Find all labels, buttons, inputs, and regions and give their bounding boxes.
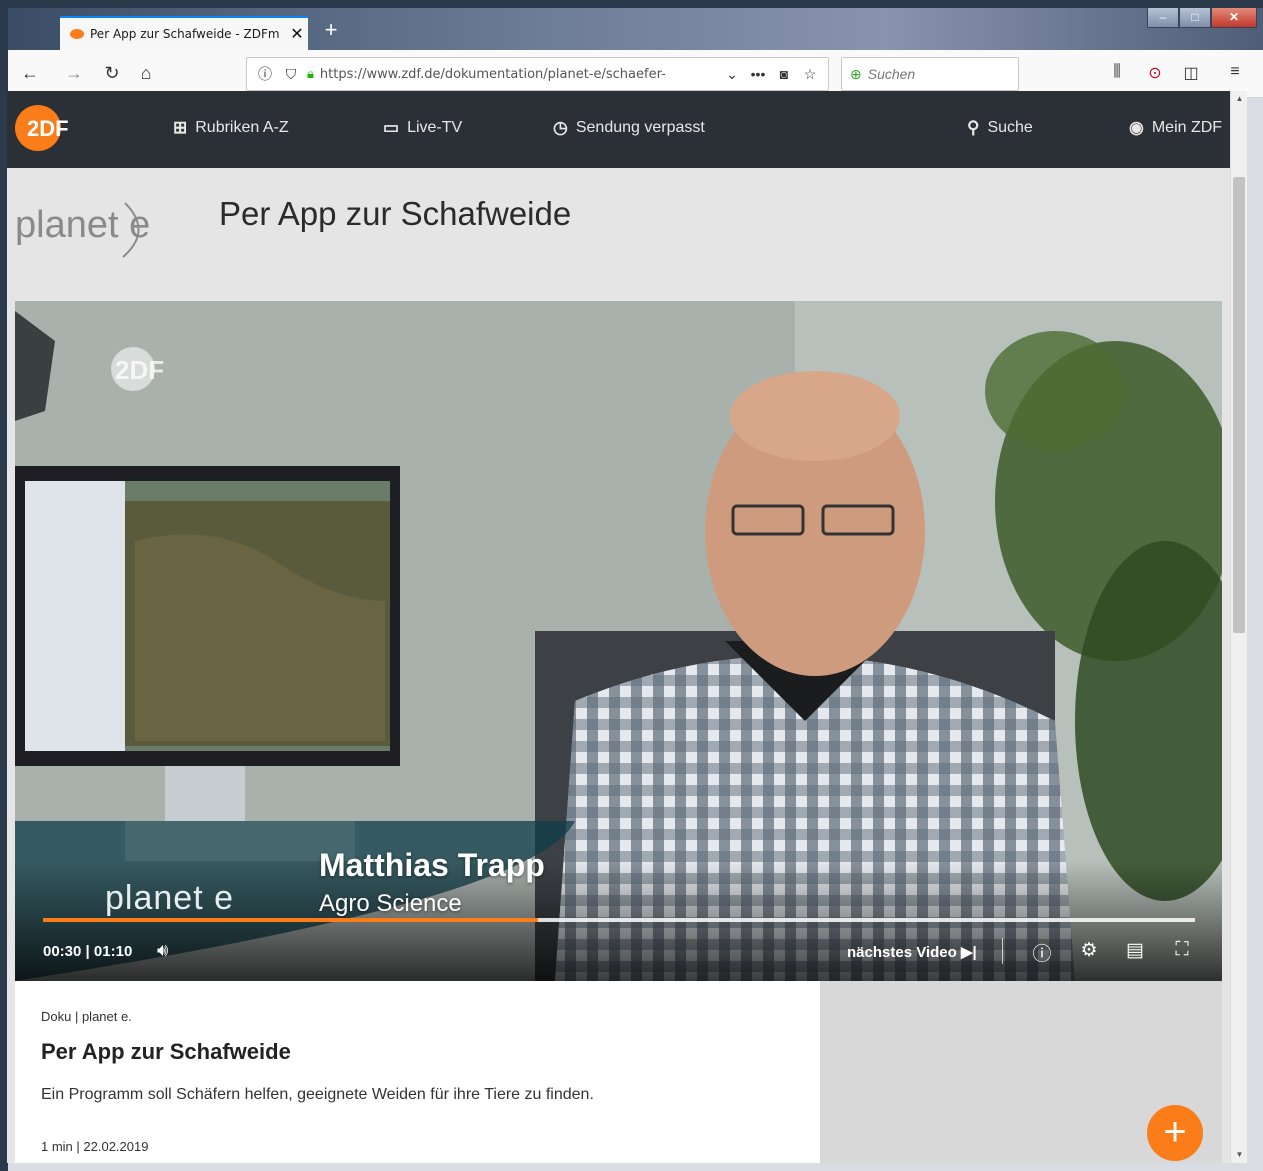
- user-icon: ◉: [1129, 118, 1144, 137]
- minimize-button[interactable]: –: [1147, 8, 1179, 28]
- close-window-button[interactable]: ✕: [1211, 8, 1257, 28]
- progress-bar[interactable]: [43, 918, 1195, 922]
- controls-divider: [1002, 938, 1003, 964]
- timecode: 00:30 | 01:10: [43, 943, 132, 960]
- nav-suche[interactable]: ⚲ Suche: [967, 118, 1033, 138]
- video-planet-logo: planet e: [105, 879, 234, 917]
- back-icon[interactable]: ←: [18, 62, 42, 86]
- url-bar[interactable]: ⓘ ⛉ 🔒︎ https://www.zdf.de/dokumentation/…: [246, 57, 829, 91]
- zdf-watermark: 2DF: [115, 355, 164, 385]
- pocket-icon[interactable]: ◙: [774, 66, 794, 82]
- info-icon[interactable]: ⓘ: [255, 64, 275, 84]
- url-text[interactable]: https://www.zdf.de/dokumentation/planet-…: [320, 67, 716, 82]
- subtitles-icon[interactable]: ▤: [1122, 939, 1148, 962]
- scrollbar-thumb[interactable]: [1233, 177, 1245, 633]
- video-info-panel: Doku | planet e. Per App zur Schafweide …: [15, 981, 820, 1163]
- forward-icon[interactable]: →: [62, 62, 86, 86]
- video-title: Per App zur Schafweide: [41, 1039, 291, 1064]
- sidebar-icon[interactable]: ◫: [1180, 63, 1202, 83]
- new-tab-button[interactable]: +: [318, 18, 344, 44]
- lower-third-role: Agro Science: [319, 890, 462, 917]
- tab-title: Per App zur Schafweide - ZDFm: [90, 27, 280, 41]
- lower-third: Matthias Trapp Agro Science: [319, 847, 545, 918]
- maximize-button[interactable]: □: [1179, 8, 1211, 28]
- info-icon[interactable]: ⓘ: [1029, 939, 1055, 966]
- next-video-button[interactable]: nächstes Video ▶|: [847, 943, 977, 961]
- library-icon[interactable]: ⫼: [1106, 63, 1128, 81]
- nav-rubriken-label: Rubriken A-Z: [195, 119, 289, 136]
- fullscreen-icon[interactable]: ⛶: [1169, 939, 1195, 961]
- zdf-logo[interactable]: 2DF: [15, 105, 95, 151]
- volume-icon[interactable]: 🔊︎: [157, 940, 168, 961]
- video-meta: 1 min | 22.02.2019: [41, 1139, 149, 1154]
- home-icon[interactable]: ⌂: [134, 62, 158, 86]
- nav-live-tv[interactable]: ▭ Live-TV: [383, 118, 462, 138]
- tv-icon: ▭: [383, 118, 400, 137]
- scroll-up-icon[interactable]: ▲: [1231, 91, 1248, 107]
- page-scrollbar[interactable]: ▲ ▼: [1230, 91, 1247, 1163]
- video-category[interactable]: Doku | planet e.: [41, 1009, 794, 1024]
- nav-rubriken[interactable]: ⊞ Rubriken A-Z: [173, 118, 289, 138]
- browser-tab[interactable]: Per App zur Schafweide - ZDFm ✕: [60, 16, 308, 50]
- skip-next-icon: ▶|: [960, 944, 977, 961]
- lower-third-name: Matthias Trapp: [319, 847, 545, 883]
- current-time: 00:30: [43, 943, 82, 960]
- nav-sendung-verpasst[interactable]: ◷ Sendung verpasst: [553, 118, 705, 138]
- chevron-down-icon[interactable]: ⌄: [722, 66, 742, 83]
- planet-e-logo[interactable]: planet e: [13, 191, 173, 261]
- next-video-label: nächstes Video: [847, 944, 957, 961]
- duration: 01:10: [93, 943, 133, 960]
- add-plus-button[interactable]: +: [1147, 1105, 1203, 1161]
- video-description: Ein Programm soll Schäfern helfen, geeig…: [41, 1086, 594, 1103]
- window-controls: – □ ✕: [1147, 8, 1257, 28]
- web-page: 2DF ⊞ Rubriken A-Z ▭ Live-TV ◷ Sendung v…: [7, 91, 1230, 1163]
- page-title: Per App zur Schafweide: [219, 195, 572, 232]
- nav-sendung-verpasst-label: Sendung verpasst: [575, 119, 705, 136]
- nav-mein-zdf[interactable]: ◉ Mein ZDF: [1129, 118, 1222, 138]
- svg-text:2DF: 2DF: [27, 116, 69, 141]
- progress-fill: [43, 918, 539, 922]
- lock-icon[interactable]: 🔒︎: [307, 66, 314, 82]
- settings-gear-icon[interactable]: ⚙: [1076, 939, 1102, 962]
- clock-icon: ◷: [553, 118, 568, 137]
- zdf-favicon-icon: [70, 29, 84, 39]
- nav-suche-label: Suche: [987, 119, 1033, 136]
- bookmark-star-icon[interactable]: ☆: [800, 66, 820, 83]
- search-placeholder: Suchen: [867, 66, 916, 82]
- nav-live-tv-label: Live-TV: [407, 119, 463, 136]
- search-engine-icon: ⊕: [850, 65, 862, 82]
- search-icon: ⚲: [967, 118, 980, 137]
- grid-icon: ⊞: [173, 118, 188, 137]
- tab-close-icon[interactable]: ✕: [286, 24, 308, 44]
- zdf-navigation: 2DF ⊞ Rubriken A-Z ▭ Live-TV ◷ Sendung v…: [7, 91, 1230, 168]
- reload-icon[interactable]: ↻: [100, 62, 124, 86]
- more-actions-icon[interactable]: •••: [748, 66, 768, 82]
- hamburger-menu-icon[interactable]: ≡: [1224, 63, 1246, 81]
- player-controls: 00:30 | 01:10 🔊︎ nächstes Video ▶| ⓘ ⚙ ▤…: [15, 926, 1222, 981]
- time-separator: |: [85, 943, 90, 960]
- title-bar: Per App zur Schafweide - ZDFm ✕ + – □ ✕: [8, 8, 1263, 50]
- tracking-shield-icon[interactable]: ⛉: [281, 66, 301, 83]
- search-field[interactable]: ⊕ Suchen: [841, 57, 1019, 91]
- extension-icon[interactable]: ⊙: [1144, 63, 1166, 83]
- video-player[interactable]: 2DF planet e Matthias Trapp Agro Science…: [15, 301, 1222, 981]
- scroll-down-icon[interactable]: ▼: [1231, 1147, 1248, 1163]
- nav-mein-zdf-label: Mein ZDF: [1151, 119, 1223, 136]
- svg-text:planet e: planet e: [15, 204, 150, 246]
